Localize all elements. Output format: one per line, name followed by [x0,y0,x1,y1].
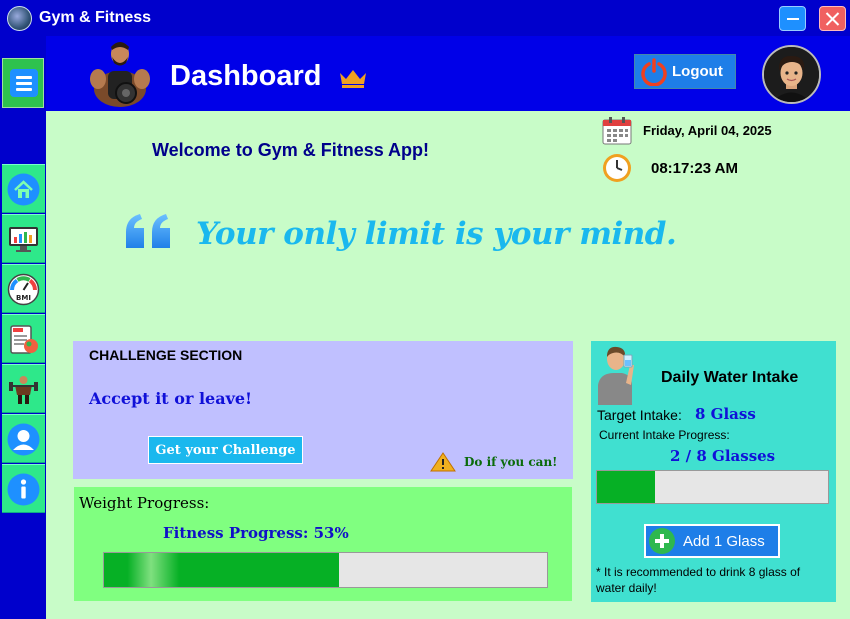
monitor-chart-icon [9,227,38,252]
info-icon [7,473,40,506]
water-recommendation-note: * It is recommended to drink 8 glass of … [596,565,801,595]
user-icon [7,423,40,456]
sidebar-item-about[interactable] [2,464,45,513]
title-bar: Gym & Fitness [0,0,850,36]
weight-progress-section: Weight Progress: Fitness Progress: 53% [74,487,572,601]
water-intake-section: Daily Water Intake Target Intake: 8 Glas… [591,341,836,602]
sidebar-item-workout[interactable] [2,364,45,413]
fitness-progress-label: Fitness Progress: 53% [163,524,349,542]
window-title: Gym & Fitness [39,9,152,26]
add-glass-label: Add 1 Glass [683,532,765,550]
calendar-icon [602,117,632,145]
bodybuilder-mascot-icon [90,42,150,107]
bodybuilder-icon [9,376,38,404]
get-challenge-button[interactable]: Get your Challenge [148,436,303,464]
minimize-button[interactable] [779,6,806,31]
fitness-progress-fill [104,553,339,587]
water-progress-bar [596,470,829,504]
drinking-water-person-icon [598,346,634,405]
challenge-subtitle: Accept it or leave! [89,389,253,408]
sidebar-item-stats[interactable] [2,214,45,263]
close-button[interactable] [819,6,846,31]
sidebar-item-bmi[interactable]: BMI [2,264,45,313]
header: Dashboard Logout [46,36,850,111]
menu-toggle-button[interactable] [2,58,44,108]
target-intake-label: Target Intake: [597,407,682,423]
weight-progress-title: Weight Progress: [79,494,210,512]
water-intake-title: Daily Water Intake [661,369,799,386]
crown-icon [340,70,366,88]
sidebar-item-profile[interactable] [2,414,45,463]
water-progress-fill [597,471,655,503]
plus-icon [649,528,675,554]
logout-button[interactable]: Logout [634,54,736,89]
challenge-title: CHALLENGE SECTION [89,347,243,363]
motivational-quote: Your only limit is your mind. [196,216,677,252]
add-glass-button[interactable]: Add 1 Glass [644,524,780,558]
sidebar: BMI [0,36,46,619]
welcome-text: Welcome to Gym & Fitness App! [152,140,430,160]
clock-icon [603,154,631,182]
hamburger-menu-icon [10,69,38,97]
avatar[interactable] [762,45,821,104]
bmi-gauge-icon: BMI [7,273,40,306]
diet-plan-icon [10,325,38,354]
current-time: 08:17:23 AM [651,160,738,177]
sidebar-item-diet[interactable] [2,314,45,363]
user-avatar-icon [764,47,819,102]
logout-label: Logout [672,63,723,80]
power-icon [641,57,667,86]
main-content: Welcome to Gym & Fitness App! Friday, Ap… [46,111,850,619]
sidebar-item-home[interactable] [2,164,45,213]
challenge-section: CHALLENGE SECTION Accept it or leave! Ge… [73,341,573,479]
home-icon [7,173,40,206]
glasses-count: 2 / 8 Glasses [670,447,776,465]
target-intake-value: 8 Glass [695,405,756,423]
warning-icon [430,452,456,472]
challenge-warning: Do if you can! [464,455,558,469]
current-date: Friday, April 04, 2025 [643,123,772,138]
current-intake-label: Current Intake Progress: [599,428,730,442]
page-title: Dashboard [170,60,322,92]
fitness-progress-bar [103,552,548,588]
app-logo-icon [7,6,32,31]
svg-text:BMI: BMI [16,294,31,302]
quote-icon [126,214,170,248]
